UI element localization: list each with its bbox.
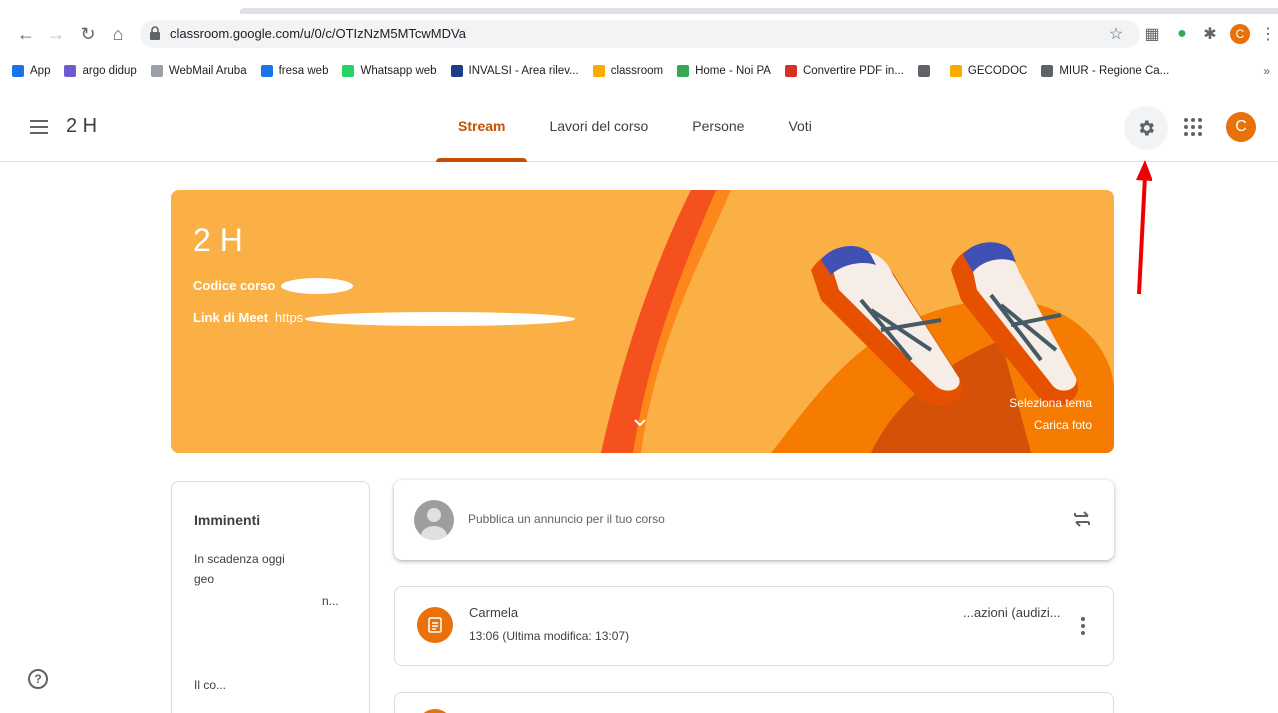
help-icon[interactable]: ? xyxy=(28,669,48,689)
bookmark-label: Home - Noi PA xyxy=(695,65,771,77)
bookmark-icon xyxy=(784,65,797,77)
google-apps-icon[interactable] xyxy=(1182,116,1204,138)
more-options-icon[interactable] xyxy=(1081,617,1085,635)
gear-icon xyxy=(1139,120,1154,136)
extension-grid-icon[interactable]: ▦ xyxy=(1140,22,1164,46)
bookmark-label: fresa web xyxy=(278,65,329,77)
post-title: Carmela xyxy=(469,605,519,620)
bookmark-icon xyxy=(592,65,605,77)
bookmark-item[interactable]: App xyxy=(12,65,50,77)
annotation-arrow xyxy=(1136,160,1152,295)
class-banner: 2 H Codice corso Link di Meet https Sele… xyxy=(171,190,1114,453)
bookmark-item[interactable]: classroom xyxy=(592,65,664,77)
bookmark-item[interactable]: GECODOC xyxy=(949,65,1028,77)
upload-photo-link[interactable]: Carica foto xyxy=(1034,418,1092,432)
puzzle-icon[interactable]: ✱ xyxy=(1198,22,1222,46)
bookmark-item[interactable]: Whatsapp web xyxy=(342,65,437,77)
redaction-mark xyxy=(281,278,353,294)
bookmark-icon xyxy=(450,65,463,77)
stream-post[interactable]: Carmela ...azioni (audizi... 13:06 (Ulti… xyxy=(394,586,1114,666)
banner-class-title: 2 H xyxy=(193,222,243,258)
bookmark-label: MIUR - Regione Ca... xyxy=(1059,65,1170,77)
home-icon[interactable]: ⌂ xyxy=(106,22,130,46)
announcement-placeholder[interactable]: Pubblica un annuncio per il tuo corso xyxy=(468,512,665,526)
bookmark-item[interactable] xyxy=(917,65,936,77)
user-avatar xyxy=(414,500,454,540)
meet-link-label: Link di Meet xyxy=(193,310,269,325)
bookmark-icon xyxy=(12,65,24,77)
post-timestamp: 13:06 (Ultima modifica: 13:07) xyxy=(469,629,630,643)
bookmark-label: GECODOC xyxy=(967,65,1028,77)
upcoming-item[interactable]: geo xyxy=(194,572,214,586)
bookmark-label: WebMail Aruba xyxy=(168,65,247,77)
bookmark-label: Convertire PDF in... xyxy=(802,65,904,77)
bookmark-item[interactable]: WebMail Aruba xyxy=(150,65,247,77)
stream-post[interactable] xyxy=(394,692,1114,713)
browser-tab-strip xyxy=(0,0,1278,14)
assignment-icon xyxy=(417,607,453,643)
due-today-label: In scadenza oggi xyxy=(194,552,285,566)
bookmark-item[interactable]: fresa web xyxy=(260,65,329,77)
upcoming-title: Imminenti xyxy=(194,512,261,528)
announcement-composer[interactable]: Pubblica un annuncio per il tuo corso xyxy=(394,480,1114,560)
forward-icon[interactable]: → xyxy=(44,22,68,46)
repost-icon[interactable] xyxy=(1072,508,1092,530)
class-settings-button[interactable] xyxy=(1124,106,1168,150)
tab-grades[interactable]: Voti xyxy=(766,90,833,162)
bookmark-icon xyxy=(677,65,690,77)
maps-pin-icon[interactable]: ● xyxy=(1170,22,1194,46)
account-avatar[interactable]: C xyxy=(1226,112,1256,142)
more-bookmarks-icon[interactable]: » xyxy=(1263,64,1270,78)
bookmark-label: App xyxy=(30,65,51,77)
tab-people[interactable]: Persone xyxy=(670,90,766,162)
banner-illustration xyxy=(171,190,1114,453)
reload-icon[interactable]: ↻ xyxy=(76,22,100,46)
bookmark-icon xyxy=(64,65,77,77)
upcoming-footer: Il co... xyxy=(194,678,227,692)
bookmark-item[interactable]: Convertire PDF in... xyxy=(784,65,904,77)
redaction-mark xyxy=(305,312,575,326)
bookmark-item[interactable]: MIUR - Regione Ca... xyxy=(1041,65,1169,77)
chevron-down-icon[interactable] xyxy=(633,416,647,430)
bookmark-label: Whatsapp web xyxy=(360,65,437,77)
bookmark-label: classroom xyxy=(610,65,664,77)
meet-link-prefix[interactable]: https xyxy=(275,310,303,325)
bookmark-icon xyxy=(260,65,273,77)
bookmark-item[interactable]: INVALSI - Area rilev... xyxy=(450,65,579,77)
star-icon[interactable]: ☆ xyxy=(1104,22,1128,46)
bookmark-label: argo didup xyxy=(82,65,137,77)
classroom-header: 2 H Stream Lavori del corso Persone Voti… xyxy=(0,90,1278,162)
profile-avatar: C xyxy=(1230,24,1250,44)
upcoming-card: Imminenti In scadenza oggi geo n... Il c… xyxy=(171,481,370,713)
back-icon[interactable]: ← xyxy=(14,22,38,46)
class-title[interactable]: 2 H xyxy=(66,115,97,138)
bookmark-item[interactable]: argo didup xyxy=(64,65,137,77)
bookmark-icon xyxy=(342,65,355,77)
upcoming-item[interactable]: n... xyxy=(322,594,339,608)
course-code-label: Codice corso xyxy=(193,278,276,293)
bookmark-icon xyxy=(917,65,930,77)
bookmark-item[interactable]: Home - Noi PA xyxy=(677,65,771,77)
post-title-end: ...azioni (audizi... xyxy=(963,605,1061,620)
bookmark-icon xyxy=(1041,65,1054,77)
bookmark-icon xyxy=(150,65,163,77)
url-text[interactable]: classroom.google.com/u/0/c/OTIzNzM5MTcwM… xyxy=(170,26,466,41)
assignment-icon xyxy=(417,709,453,713)
main-menu-icon[interactable] xyxy=(30,120,48,134)
tab-stream[interactable]: Stream xyxy=(436,90,528,162)
bookmark-label: INVALSI - Area rilev... xyxy=(468,65,579,77)
lock-icon xyxy=(150,26,160,40)
profile-button[interactable]: C xyxy=(1228,22,1252,46)
browser-menu-icon[interactable]: ⋮ xyxy=(1256,22,1278,46)
tab-classwork[interactable]: Lavori del corso xyxy=(527,90,670,162)
select-theme-link[interactable]: Seleziona tema xyxy=(1009,396,1092,410)
bookmark-icon xyxy=(949,65,962,77)
bookmarks-bar: App argo didup WebMail Aruba fresa web Whats… xyxy=(0,58,1278,84)
class-tabs: Stream Lavori del corso Persone Voti xyxy=(436,90,834,162)
